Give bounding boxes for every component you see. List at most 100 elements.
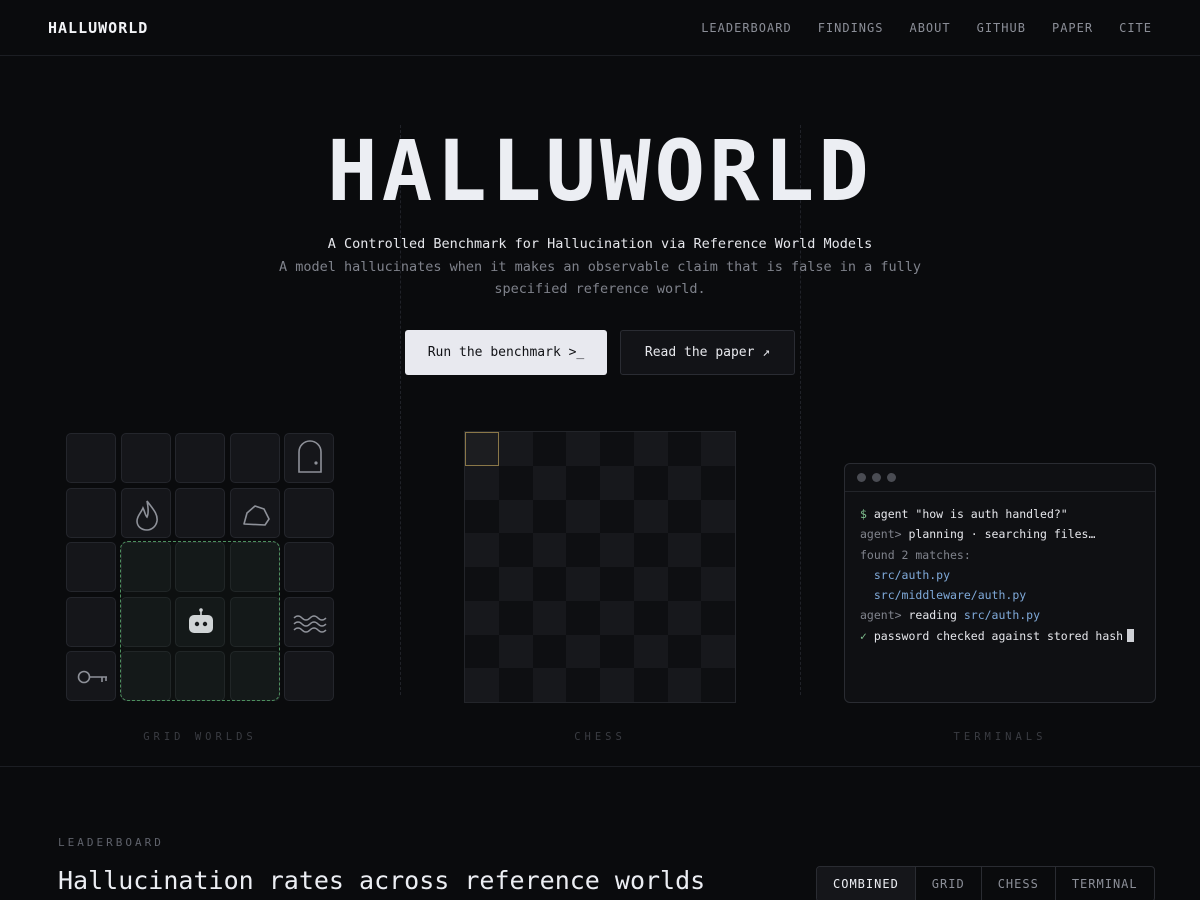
chess-square bbox=[465, 600, 499, 635]
chess-square bbox=[465, 465, 499, 500]
chess-square bbox=[633, 533, 668, 568]
chess-square bbox=[667, 432, 702, 466]
tab-combined[interactable]: COMBINED bbox=[817, 867, 916, 900]
chess-square bbox=[498, 499, 533, 534]
chess-square bbox=[465, 634, 499, 669]
terminal-line-text: found 2 matches: bbox=[860, 547, 971, 562]
terminal-line-text: agent "how is auth handled?" bbox=[873, 507, 1068, 521]
nav-link-paper[interactable]: PAPER bbox=[1052, 21, 1093, 35]
grid-cell bbox=[229, 487, 280, 538]
chess-square bbox=[566, 600, 601, 635]
grid-cell bbox=[175, 487, 225, 538]
terminal-line: $ agent "how is auth handled?" bbox=[860, 504, 1155, 524]
chess-square bbox=[532, 668, 567, 703]
file-path: src/auth.py bbox=[963, 608, 1041, 623]
chess-square bbox=[465, 668, 499, 703]
leaderboard-label: LEADERBOARD bbox=[58, 836, 164, 849]
grid-goal-zone bbox=[120, 541, 280, 701]
chess-square bbox=[532, 432, 567, 466]
brand-logo[interactable]: HALLUWORLD bbox=[48, 19, 148, 37]
chess-square bbox=[532, 499, 567, 534]
chess-square bbox=[600, 567, 634, 601]
chess-square bbox=[498, 634, 533, 669]
terminal-line: agent> reading src/auth.py bbox=[860, 605, 1155, 625]
nav-link-findings[interactable]: FINDINGS bbox=[818, 21, 884, 35]
terminal-window: $ agent "how is auth handled?" agent> pl… bbox=[844, 463, 1156, 703]
chess-square bbox=[498, 533, 533, 568]
hero-title: HALLUWORLD bbox=[327, 122, 873, 220]
chess-square bbox=[701, 465, 736, 500]
hero-description: A model hallucinates when it makes an ob… bbox=[278, 259, 922, 297]
chess-square bbox=[600, 432, 634, 466]
grid-cell bbox=[284, 433, 334, 483]
file-path: src/middleware/auth.py bbox=[873, 588, 1027, 603]
chess-square bbox=[465, 499, 499, 534]
nav-link-github[interactable]: GITHUB bbox=[977, 21, 1026, 35]
chess-square bbox=[667, 600, 702, 635]
chess-square bbox=[498, 432, 533, 466]
chess-square bbox=[633, 499, 668, 534]
chess-caption: CHESS bbox=[574, 731, 626, 743]
nav-link-leaderboard[interactable]: LEADERBOARD bbox=[701, 21, 791, 35]
chess-square bbox=[633, 465, 668, 500]
chess-square bbox=[566, 634, 601, 669]
chess-square bbox=[532, 634, 567, 669]
terminal-line: src/auth.py bbox=[860, 565, 1155, 585]
chess-board bbox=[464, 431, 736, 703]
tab-grid[interactable]: GRID bbox=[916, 867, 982, 900]
grid-cell bbox=[229, 433, 280, 483]
top-nav: HALLUWORLD LEADERBOARD FINDINGS ABOUT GI… bbox=[0, 0, 1200, 56]
chess-square bbox=[566, 567, 601, 601]
chess-square bbox=[566, 668, 601, 703]
grid-cell bbox=[66, 433, 116, 483]
chess-square bbox=[633, 567, 668, 601]
agent-prefix: agent> bbox=[860, 608, 909, 623]
terminal-line: src/middleware/auth.py bbox=[860, 585, 1155, 605]
terminal-line-text: reading bbox=[908, 608, 964, 623]
nav-links: LEADERBOARD FINDINGS ABOUT GITHUB PAPER … bbox=[701, 21, 1152, 35]
leaderboard-tabs: COMBINED GRID CHESS TERMINAL bbox=[816, 866, 1155, 900]
terminal-line: agent> planning · searching files… bbox=[860, 524, 1155, 544]
window-dot-icon bbox=[887, 473, 896, 482]
chess-square bbox=[633, 634, 668, 669]
chess-square bbox=[600, 499, 634, 534]
file-path: src/auth.py bbox=[873, 567, 951, 582]
grid-cell bbox=[284, 487, 334, 538]
check-icon: ✓ bbox=[860, 628, 874, 643]
chess-square bbox=[566, 499, 601, 534]
run-benchmark-button[interactable]: Run the benchmark >_ bbox=[405, 330, 607, 375]
chess-square bbox=[701, 499, 736, 534]
section-divider bbox=[0, 766, 1200, 767]
chess-square bbox=[465, 533, 499, 568]
chess-square bbox=[701, 600, 736, 635]
chess-square bbox=[465, 567, 499, 601]
chess-square bbox=[532, 600, 567, 635]
grid-cell bbox=[66, 596, 116, 647]
terminal-line: found 2 matches: bbox=[860, 545, 1155, 565]
tab-chess[interactable]: CHESS bbox=[982, 867, 1056, 900]
nav-link-about[interactable]: ABOUT bbox=[909, 21, 950, 35]
chess-square bbox=[600, 600, 634, 635]
cursor-block bbox=[1127, 628, 1135, 642]
chess-square bbox=[701, 668, 736, 703]
chess-square bbox=[701, 634, 736, 669]
chess-square bbox=[566, 533, 601, 568]
nav-link-cite[interactable]: CITE bbox=[1119, 21, 1152, 35]
chess-square bbox=[600, 533, 634, 568]
tab-terminal[interactable]: TERMINAL bbox=[1056, 867, 1154, 900]
chess-square bbox=[667, 567, 702, 601]
chess-square bbox=[701, 567, 736, 601]
chess-square bbox=[600, 465, 634, 500]
chess-square bbox=[667, 499, 702, 534]
chess-square bbox=[498, 668, 533, 703]
chess-square bbox=[498, 600, 533, 635]
chess-square bbox=[667, 668, 702, 703]
chess-square bbox=[600, 634, 634, 669]
grid-cell bbox=[284, 596, 334, 647]
read-paper-button[interactable]: Read the paper ↗ bbox=[620, 330, 795, 375]
chess-square bbox=[498, 465, 533, 500]
chess-square bbox=[633, 432, 668, 466]
chess-square bbox=[633, 600, 668, 635]
